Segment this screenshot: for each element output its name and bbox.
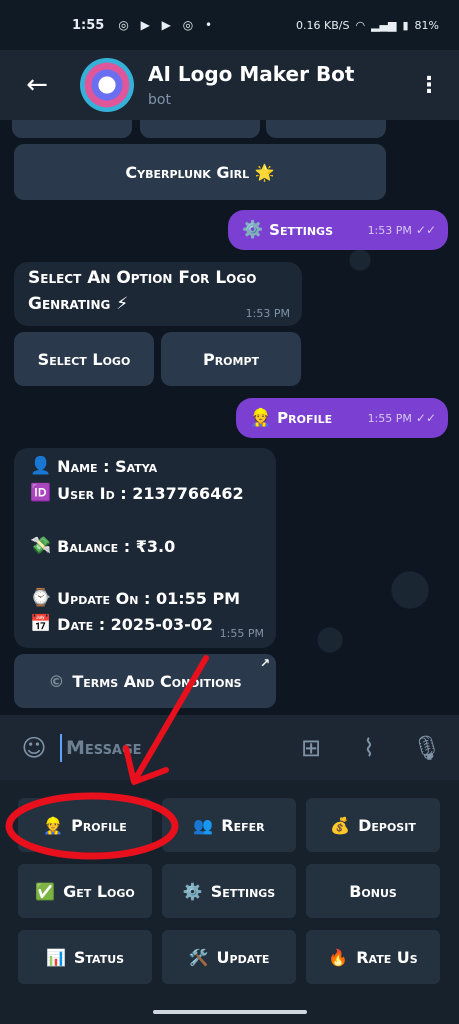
attach-icon[interactable]: ⌇ (353, 732, 385, 764)
kb-deposit-button[interactable]: 💰 Deposit (306, 798, 440, 852)
keyboard-grid-icon[interactable]: ⊞ (295, 732, 327, 764)
kb-label: Update (216, 947, 270, 967)
calendar-icon: 📅 (30, 614, 52, 634)
kb-label: Deposit (358, 815, 416, 835)
tools-icon: 🛠️ (188, 947, 209, 967)
status-right: 0.16 KB/S ◠ ▂▄▆ ▮ 81% (296, 19, 439, 32)
profile-message-text: Profile (277, 409, 333, 427)
settings-message-text: Settings (269, 221, 333, 239)
kb-label: Refer (221, 815, 265, 835)
net-speed: 0.16 KB/S (296, 18, 350, 32)
message-input-bar: ☺ Message ⊞ ⌇ 🎙 (0, 715, 459, 780)
inline-button-partial[interactable] (12, 120, 132, 138)
home-indicator[interactable] (153, 1010, 307, 1014)
status-bar: 1:55 ◎ ▶ ▶ ◎ • 0.16 KB/S ◠ ▂▄▆ ▮ 81% (0, 0, 459, 50)
settings-message: ⚙️ Settings 1:53 PM ✓✓ (228, 210, 448, 250)
kb-settings-button[interactable]: ⚙️ Settings (162, 864, 296, 918)
kb-get-logo-button[interactable]: ✅ Get Logo (18, 864, 152, 918)
worker-icon: 👷 (250, 408, 272, 428)
money-bag-icon: 💰 (330, 815, 351, 835)
kb-refer-button[interactable]: 👥 Refer (162, 798, 296, 852)
emoji-icon[interactable]: ☺ (18, 732, 50, 764)
back-arrow-icon[interactable]: ← (20, 68, 54, 102)
kb-profile-button[interactable]: 👷 Profile (18, 798, 152, 852)
wifi-icon: ◠ (355, 18, 366, 32)
id-icon: 🆔 (30, 483, 52, 503)
double-check-icon: ✓✓ (415, 411, 436, 425)
text-caret (60, 733, 62, 762)
info-name: 👤 Name : Satya (30, 456, 157, 476)
money-icon: 💸 (30, 536, 52, 556)
info-balance: 💸 Balance : ₹3.0 (30, 536, 175, 556)
copyright-icon: © (48, 671, 65, 691)
external-link-icon: ↗ (259, 656, 270, 670)
info-text: Update On : 01:55 PM (57, 588, 241, 608)
kb-label: Settings (210, 881, 276, 901)
select-option-message: Select An Option For Logo Genrating ⚡ 1:… (14, 262, 302, 326)
chat-header: ← AI Logo Maker Bot bot ⋮ (0, 50, 459, 120)
fire-icon: 🔥 (328, 947, 349, 967)
microphone-icon[interactable]: 🎙 (411, 732, 443, 764)
profile-message: 👷 Profile 1:55 PM ✓✓ (236, 398, 448, 438)
more-vert-icon[interactable]: ⋮ (417, 73, 441, 98)
kb-label: Status (73, 947, 125, 967)
bot-avatar[interactable] (80, 58, 134, 112)
worker-icon: 👷 (43, 815, 64, 835)
info-text: Date : 2025-03-02 (57, 614, 214, 634)
battery-icon: ▮ (402, 18, 409, 32)
cyberplunk-girl-button[interactable]: Cyberplunk Girl 🌟 (14, 144, 386, 200)
kb-bonus-button[interactable]: Bonus (306, 864, 440, 918)
check-icon: ✅ (35, 881, 56, 901)
select-logo-button[interactable]: Select Logo (14, 332, 154, 386)
gear-icon: ⚙️ (242, 220, 264, 240)
info-date: 📅 Date : 2025-03-02 (30, 614, 213, 634)
message-time: 1:53 PM (245, 307, 290, 320)
person-icon: 👤 (30, 456, 52, 476)
kb-label: Profile (71, 815, 127, 835)
status-time: 1:55 (72, 17, 105, 33)
prompt-button[interactable]: Prompt (161, 332, 301, 386)
bar-chart-icon: 📊 (45, 947, 66, 967)
info-user-id: 🆔 User Id : 2137766462 (30, 483, 244, 503)
info-update: ⌚ Update On : 01:55 PM (30, 588, 240, 608)
watch-icon: ⌚ (30, 588, 52, 608)
terms-button[interactable]: © Terms And Conditions ↗ (14, 654, 276, 708)
gear-icon: ⚙️ (182, 881, 203, 901)
battery-level: 81% (414, 18, 439, 32)
kb-label: Rate Us (356, 947, 418, 967)
info-text: Balance : ₹3.0 (57, 536, 176, 556)
message-input[interactable]: Message (66, 737, 142, 759)
kb-update-button[interactable]: 🛠️ Update (162, 930, 296, 984)
inline-button-partial[interactable] (266, 120, 386, 138)
people-icon: 👥 (193, 815, 214, 835)
double-check-icon: ✓✓ (415, 223, 436, 237)
signal-icon: ▂▄▆ (371, 18, 397, 32)
chat-area[interactable]: Cyberplunk Girl 🌟 ⚙️ Settings 1:53 PM ✓✓… (0, 120, 459, 715)
message-time: 1:55 PM (367, 411, 412, 425)
kb-rate-us-button[interactable]: 🔥 Rate Us (306, 930, 440, 984)
inline-button-partial[interactable] (140, 120, 260, 138)
terms-button-label: Terms And Conditions (72, 671, 242, 691)
info-text: User Id : 2137766462 (57, 483, 244, 503)
message-line: Select An Option For Logo (28, 268, 257, 288)
title-block[interactable]: AI Logo Maker Bot bot (148, 62, 354, 108)
profile-info-message: 👤 Name : Satya 🆔 User Id : 2137766462 💸 … (14, 448, 276, 648)
kb-label: Get Logo (63, 881, 135, 901)
info-text: Name : Satya (57, 456, 158, 476)
chat-title: AI Logo Maker Bot (148, 62, 355, 86)
chat-subtitle: bot (148, 92, 171, 108)
bot-keyboard: 👷 Profile 👥 Refer 💰 Deposit ✅ Get Logo ⚙… (0, 780, 459, 1024)
kb-label: Bonus (349, 881, 397, 901)
message-time: 1:55 PM (219, 627, 264, 640)
message-time: 1:53 PM (367, 223, 412, 237)
kb-status-button[interactable]: 📊 Status (18, 930, 152, 984)
message-line: Genrating ⚡ (28, 294, 129, 314)
notification-icons: ◎ ▶ ▶ ◎ • (118, 18, 217, 32)
